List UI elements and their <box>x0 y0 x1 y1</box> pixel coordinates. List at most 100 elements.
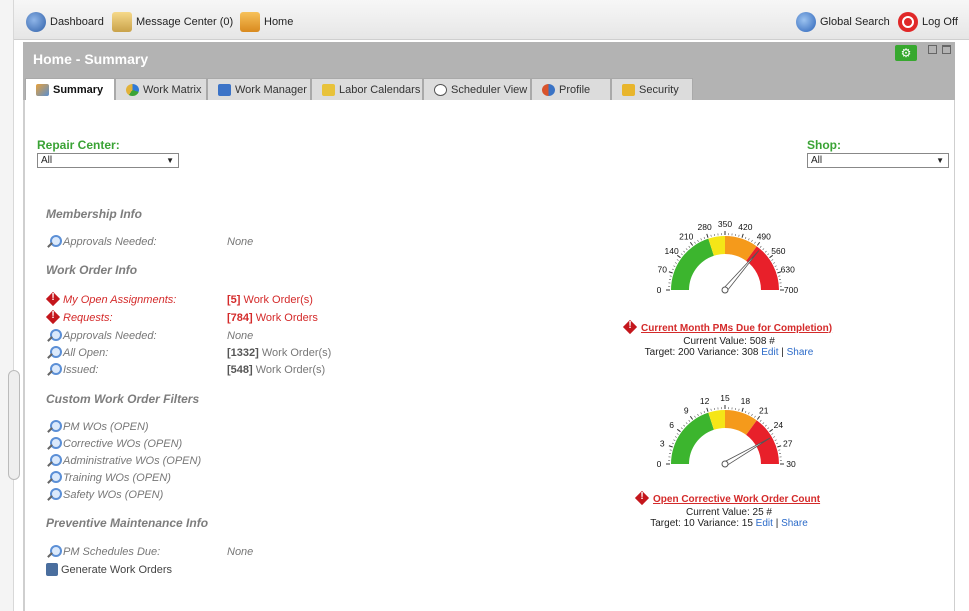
gauge-tick <box>668 445 673 448</box>
corrective-wo-target-text: Target: 10 Variance: 15 <box>650 518 753 529</box>
pm-due-target-line: Target: 200 Variance: 308 Edit | Share <box>629 347 829 358</box>
gauge-minor-tick <box>683 250 686 253</box>
gauge-tick-label: 15 <box>720 393 730 403</box>
issued-link[interactable]: Issued: <box>46 363 98 377</box>
repair-center-select[interactable]: All ▼ <box>37 153 179 168</box>
wo-approvals-link[interactable]: Approvals Needed: <box>46 329 157 343</box>
pm-due-current-value: Current Value: 508 # <box>683 336 775 347</box>
generate-work-orders-label: Generate Work Orders <box>61 563 173 576</box>
tab-work-matrix[interactable]: Work Matrix <box>115 78 207 100</box>
summary-content: Repair Center: All ▼ Shop: All ▼ Members… <box>23 100 955 611</box>
power-icon <box>898 12 918 32</box>
chevron-down-icon: ▼ <box>166 156 174 165</box>
all-open-label: All Open: <box>63 347 109 359</box>
left-panel-resize-handle[interactable] <box>8 370 20 480</box>
magnifier-icon <box>46 363 62 377</box>
all-open-value[interactable]: [1332] Work Order(s) <box>227 347 331 359</box>
corrective-wo-separator: | <box>775 518 779 529</box>
pm-due-gauge-title-text: Current Month PMs Due for Completion) <box>641 322 833 334</box>
gauge-tick <box>668 271 673 274</box>
dashboard-label: Dashboard <box>50 16 104 28</box>
corrective-wo-current-value: Current Value: 25 # <box>686 507 772 518</box>
gauge-minor-tick <box>773 262 776 264</box>
tab-summary[interactable]: Summary <box>25 78 115 101</box>
corrective-wo-gauge-title[interactable]: Open Corrective Work Order Count <box>635 491 820 506</box>
filter-safety-wos-link[interactable]: Safety WOs (OPEN) <box>46 488 163 502</box>
home-label: Home <box>264 16 294 28</box>
filter-pm-wos-link[interactable]: PM WOs (OPEN) <box>46 420 149 434</box>
my-open-assignments-link[interactable]: My Open Assignments: <box>46 292 177 307</box>
page-title: Home - Summary <box>33 51 149 67</box>
gauge-tick <box>741 407 744 412</box>
repair-center-value: All <box>41 155 53 166</box>
generate-work-orders-link[interactable]: Generate Work Orders <box>46 563 172 576</box>
my-open-assignments-label: My Open Assignments: <box>63 294 177 306</box>
gauge-tick-label: 0 <box>657 285 662 295</box>
chevron-down-icon: ▼ <box>936 156 944 165</box>
gauge-minor-tick <box>688 245 691 248</box>
home-link[interactable]: Home <box>240 12 293 32</box>
gauge-minor-tick <box>754 415 756 418</box>
profile-icon <box>542 83 555 96</box>
gauge-tick <box>756 241 761 246</box>
global-search-link[interactable]: Global Search <box>796 12 890 32</box>
message-center-icon <box>112 12 132 32</box>
my-open-assignments-value[interactable]: [5] Work Order(s) <box>227 294 313 306</box>
gauge-minor-tick <box>774 265 777 267</box>
pm-due-gauge-title[interactable]: Current Month PMs Due for Completion) <box>623 320 833 335</box>
tab-labor-calendars[interactable]: Labor Calendars <box>311 78 423 100</box>
corrective-wo-share-link[interactable]: Share <box>781 518 808 529</box>
message-center-link[interactable]: Message Center (0) <box>112 12 233 32</box>
alert-icon <box>46 292 60 307</box>
pm-due-edit-link[interactable]: Edit <box>761 347 778 358</box>
corrective-wo-edit-link[interactable]: Edit <box>756 518 773 529</box>
magnifier-icon <box>46 437 62 451</box>
filter-safety-wos-label: Safety WOs (OPEN) <box>63 489 164 501</box>
alert-icon <box>635 491 649 506</box>
membership-approvals-link[interactable]: Approvals Needed: <box>46 235 157 249</box>
gauge-tick-label: 9 <box>684 406 689 416</box>
filter-corrective-wos-link[interactable]: Corrective WOs (OPEN) <box>46 437 182 451</box>
settings-gear-button[interactable]: ⚙ <box>895 45 917 61</box>
gauge-minor-tick <box>744 236 747 239</box>
all-open-link[interactable]: All Open: <box>46 346 108 360</box>
custom-filters-title: Custom Work Order Filters <box>46 392 200 406</box>
gauge-minor-tick <box>754 241 756 244</box>
pm-due-separator: | <box>781 347 784 358</box>
home-icon <box>240 12 260 32</box>
tab-scheduler-view-label: Scheduler View <box>451 83 528 96</box>
log-off-link[interactable]: Log Off <box>898 12 958 32</box>
pm-due-share-link[interactable]: Share <box>787 347 814 358</box>
shop-select[interactable]: All ▼ <box>807 153 949 168</box>
gauge-minor-tick <box>671 442 674 445</box>
popout-window-icon[interactable] <box>942 45 951 54</box>
magnifier-icon <box>46 545 62 559</box>
pm-schedules-link[interactable]: PM Schedules Due: <box>46 545 160 559</box>
corrective-wo-gauge: 0 369 12 15 18 21 24 27 30 <box>657 393 796 469</box>
gauge-minor-tick <box>694 415 696 418</box>
requests-value[interactable]: [784] Work Orders <box>227 312 318 324</box>
tab-scheduler-view[interactable]: Scheduler View <box>423 78 531 100</box>
gauge-tick-label: 30 <box>786 459 796 469</box>
tab-profile-label: Profile <box>559 83 591 96</box>
dashboard-link[interactable]: Dashboard <box>26 12 104 32</box>
all-open-text: Work Order(s) <box>258 347 332 359</box>
tab-work-manager[interactable]: Work Manager <box>207 78 311 100</box>
generate-icon <box>46 563 58 576</box>
tab-profile[interactable]: Profile <box>531 78 611 100</box>
gauge-minor-tick <box>671 268 674 271</box>
gauge-minor-tick <box>674 262 677 264</box>
tab-security[interactable]: Security <box>611 78 693 100</box>
issued-value[interactable]: [548] Work Order(s) <box>227 364 325 376</box>
filter-training-wos-link[interactable]: Training WOs (OPEN) <box>46 471 171 485</box>
restore-window-icon[interactable] <box>928 45 937 54</box>
magnifier-icon <box>46 454 62 468</box>
gauge-minor-tick <box>759 419 762 422</box>
summary-icon <box>36 84 49 96</box>
pm-schedules-value: None <box>227 546 254 558</box>
gauge-minor-tick <box>776 268 779 271</box>
filter-administrative-wos-link[interactable]: Administrative WOs (OPEN) <box>46 454 201 468</box>
gauge-minor-tick <box>759 245 762 248</box>
requests-link[interactable]: Requests: <box>46 310 113 325</box>
gauge-minor-tick <box>744 410 747 413</box>
